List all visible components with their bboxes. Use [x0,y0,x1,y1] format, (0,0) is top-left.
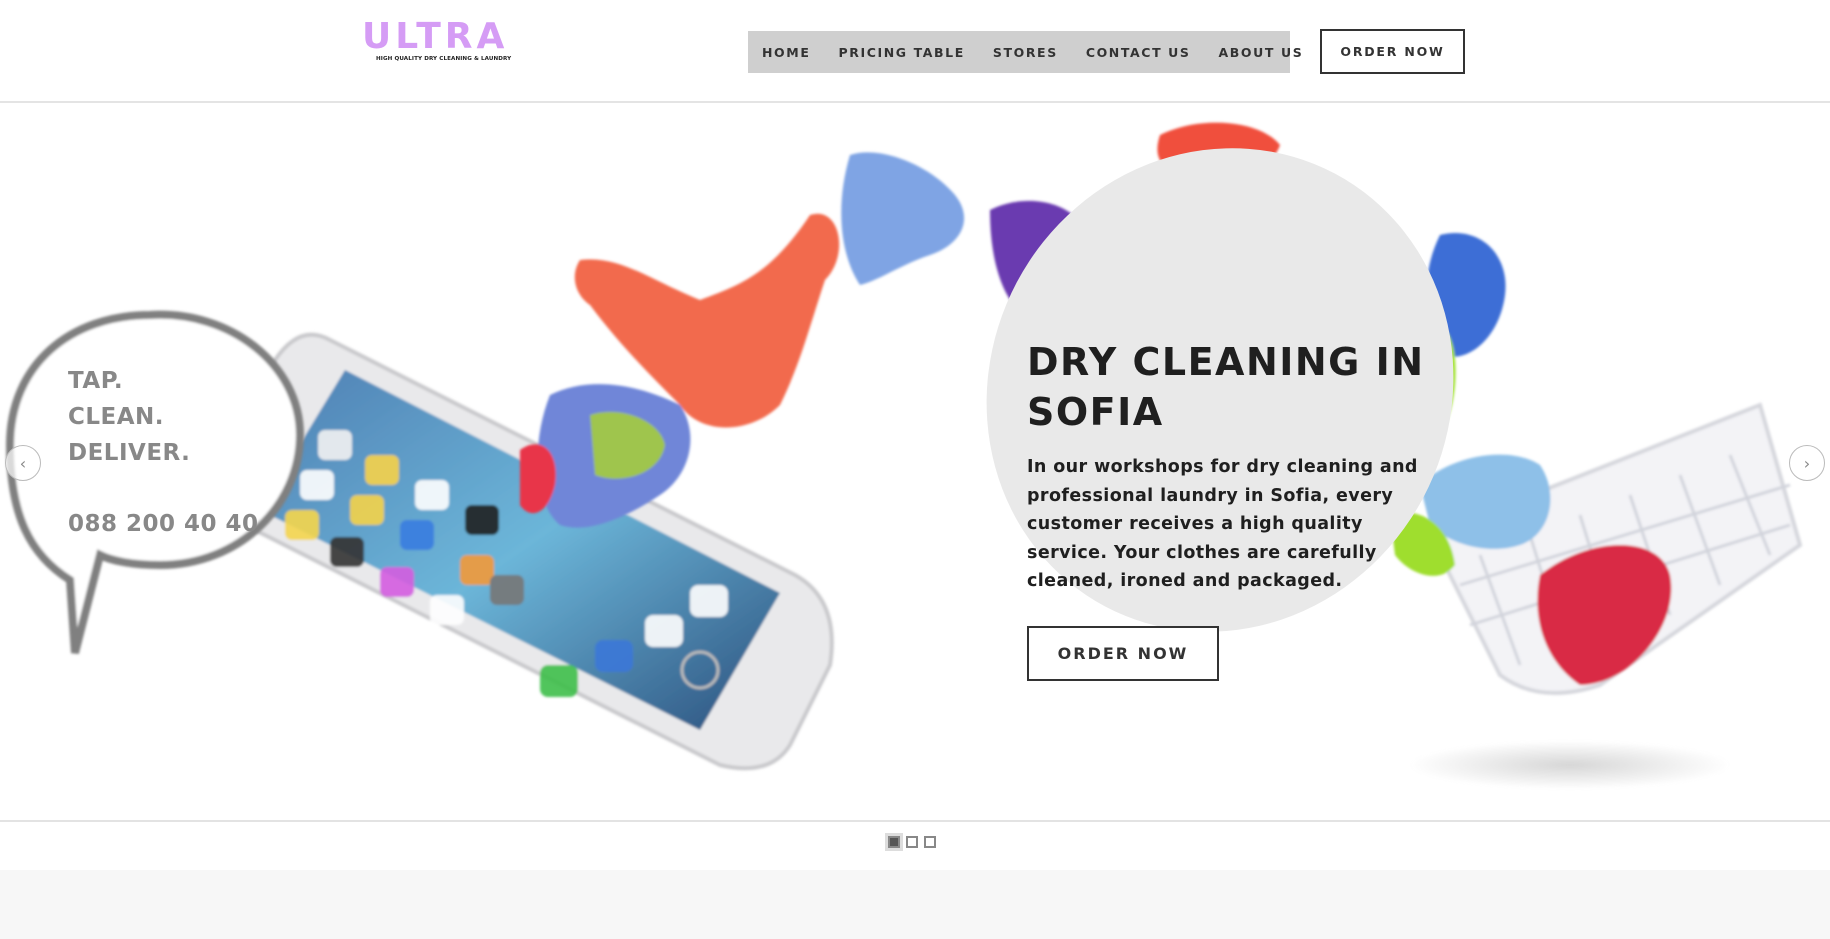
bubble-phone-number: 088 200 40 40 [68,511,259,537]
chevron-left-icon: ‹ [19,453,27,473]
slider-dot[interactable] [924,836,936,848]
logo[interactable]: ULTRA HIGH QUALITY DRY CLEANING & LAUNDR… [362,18,511,66]
logo-wordmark: ULTRA [362,16,509,57]
slider-dot[interactable] [888,836,900,848]
chevron-right-icon: › [1803,453,1811,473]
laundry-basket [1390,402,1803,789]
hero-description: In our workshops for dry cleaning and pr… [1027,457,1418,592]
hero-title: DRY CLEANING IN SOFIA [1027,340,1425,434]
main-nav: HOME PRICING TABLE STORES CONTACT US ABO… [748,31,1302,73]
slider-dots [888,836,936,848]
hero-illustration [5,122,1803,789]
nav-item-contact-us[interactable]: CONTACT US [1086,45,1191,60]
next-section [0,870,1830,939]
bubble-line-tap: TAP. [68,368,124,394]
nav-item-stores[interactable]: STORES [993,45,1058,60]
hero-slider: TAP. CLEAN. DELIVER. 088 200 40 40 DRY C… [0,105,1830,820]
logo-tagline: HIGH QUALITY DRY CLEANING & LAUNDRY [376,56,512,62]
nav-item-home[interactable]: HOME [762,45,810,60]
speech-bubble [5,310,305,654]
site-header: ULTRA HIGH QUALITY DRY CLEANING & LAUNDR… [0,0,1830,103]
slider-dot[interactable] [906,836,918,848]
bubble-line-clean: CLEAN. [68,404,165,430]
bubble-line-deliver: DELIVER. [68,440,191,466]
nav-item-about-us[interactable]: ABOUT US [1219,45,1304,60]
slider-next-button[interactable]: › [1789,445,1825,481]
nav-item-pricing-table[interactable]: PRICING TABLE [838,45,964,60]
slider-pager [0,820,1830,870]
header-order-button[interactable]: ORDER NOW [1320,29,1465,74]
hero-order-button[interactable]: ORDER NOW [1027,626,1219,681]
slider-prev-button[interactable]: ‹ [5,445,41,481]
